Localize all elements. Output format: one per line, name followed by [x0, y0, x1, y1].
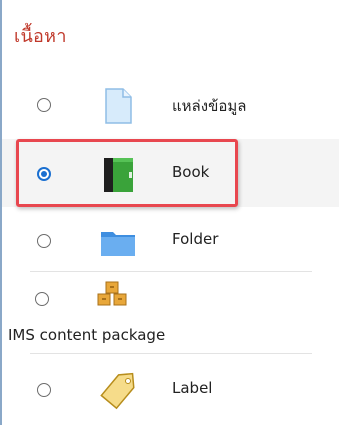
radio-file[interactable]: [37, 98, 51, 112]
section-title: เนื้อหา: [14, 26, 67, 47]
package-icon: [95, 280, 129, 314]
book-highlight-box: [16, 139, 238, 207]
resource-label-label: Label: [172, 379, 213, 397]
label-tag-icon: [98, 371, 138, 411]
resource-option-file[interactable]: แหล่งข้อมูล: [2, 70, 339, 138]
radio-label[interactable]: [37, 383, 51, 397]
divider: [30, 353, 312, 354]
radio-folder[interactable]: [37, 234, 51, 248]
resource-label-ims: IMS content package: [8, 326, 166, 344]
resource-label-file: แหล่งข้อมูล: [172, 97, 247, 115]
resource-label-folder: Folder: [172, 230, 219, 248]
folder-icon: [98, 222, 138, 262]
divider: [30, 271, 312, 272]
resource-option-label[interactable]: Label: [2, 355, 339, 423]
radio-ims[interactable]: [35, 292, 49, 306]
activity-chooser-panel: เนื้อหา แหล่งข้อมูล Book Folder IMS cont…: [0, 0, 339, 425]
resource-option-folder[interactable]: Folder: [2, 206, 339, 274]
file-icon: [98, 86, 138, 126]
